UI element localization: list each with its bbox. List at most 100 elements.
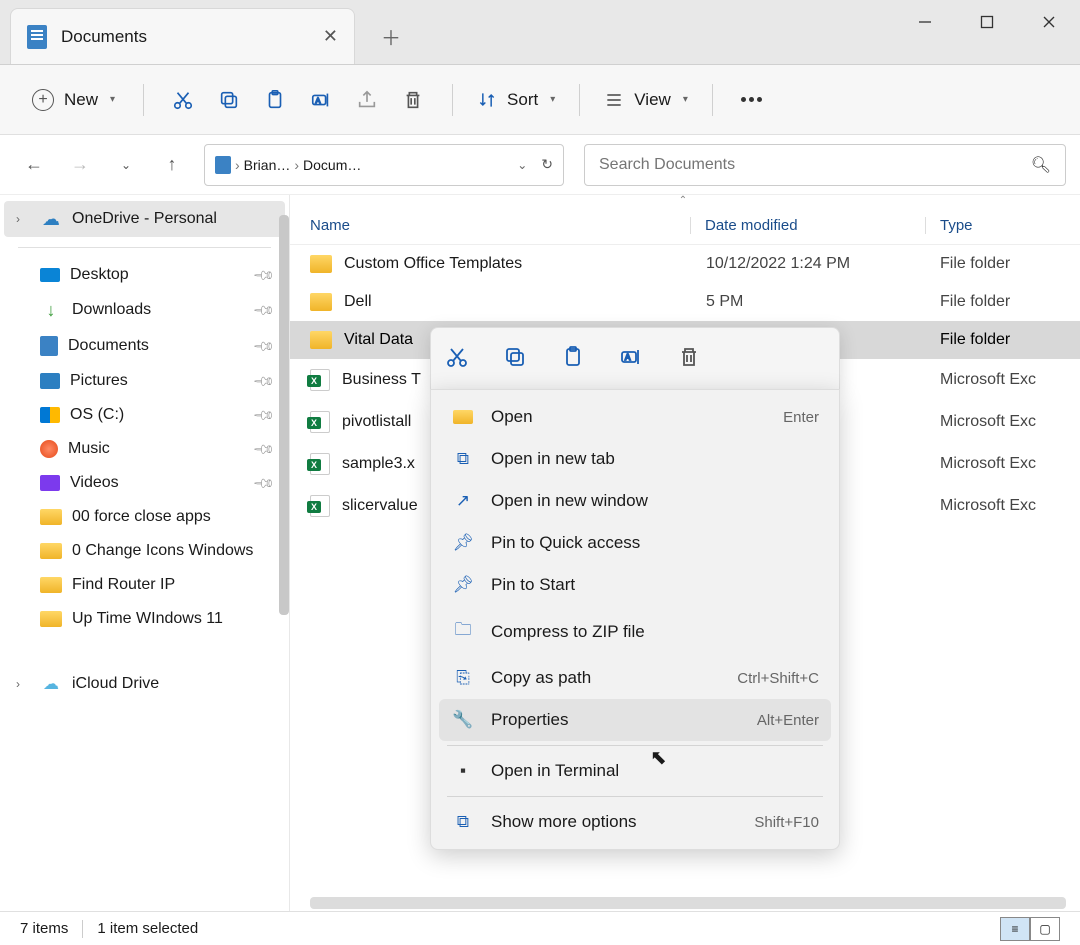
icloud-icon: ☁	[40, 674, 62, 694]
sidebar-item-downloads[interactable]: ↓Downloads📌︎	[4, 292, 285, 328]
address-chevron[interactable]: ⌄	[517, 158, 527, 172]
sidebar-item-folder[interactable]: 00 force close apps	[4, 500, 285, 534]
sidebar-item-os-c[interactable]: OS (C:)📌︎	[4, 398, 285, 432]
thumbnail-view-button[interactable]: ▢	[1030, 917, 1060, 941]
column-headers: Name Date modified Type	[290, 207, 1080, 245]
file-row[interactable]: Custom Office Templates10/12/2022 1:24 P…	[290, 245, 1080, 283]
music-icon	[40, 440, 58, 458]
column-name[interactable]: Name	[310, 217, 690, 234]
documents-icon	[40, 336, 58, 356]
search-icon[interactable]: 🔍︎	[1031, 155, 1051, 175]
sidebar-item-folder[interactable]: 0 Change Icons Windows	[4, 534, 285, 568]
sidebar-item-folder[interactable]: Up Time WIndows 11	[4, 602, 285, 636]
status-selected-count: 1 item selected	[97, 920, 198, 937]
properties-icon: 🔧	[451, 710, 475, 730]
context-menu: OpenEnter ⧉Open in new tab ↗Open in new …	[430, 389, 840, 850]
pin-icon: 📌︎	[252, 369, 277, 394]
copy-button[interactable]	[208, 79, 250, 121]
sidebar-item-onedrive[interactable]: › ☁ OneDrive - Personal	[4, 201, 285, 237]
sort-button[interactable]: Sort ▾	[471, 90, 561, 110]
ctx-label: Open	[491, 407, 533, 427]
pin-icon: 📌︎	[252, 334, 277, 359]
details-view-button[interactable]: ≡	[1000, 917, 1030, 941]
cut-button[interactable]	[162, 79, 204, 121]
paste-button[interactable]	[254, 79, 296, 121]
history-chevron[interactable]: ⌄	[106, 145, 146, 185]
forward-button[interactable]: →	[60, 145, 100, 185]
pin-icon: 📌︎	[451, 533, 475, 553]
maximize-button[interactable]	[956, 0, 1018, 44]
file-name: Custom Office Templates	[344, 255, 522, 273]
folder-icon	[40, 611, 62, 627]
column-date[interactable]: Date modified	[705, 217, 925, 234]
address-bar[interactable]: › Brian… › Docum… ⌄ ↻	[204, 144, 564, 186]
documents-icon	[27, 25, 47, 49]
sidebar-item-pictures[interactable]: Pictures📌︎	[4, 364, 285, 398]
file-name: Dell	[344, 293, 372, 311]
expand-icon[interactable]: ›	[16, 212, 30, 226]
chevron-down-icon: ▾	[110, 94, 115, 105]
file-date: 5 PM	[706, 293, 940, 311]
paste-button[interactable]	[561, 345, 585, 372]
rename-button[interactable]: A	[300, 79, 342, 121]
file-type: Microsoft Exc	[940, 413, 1060, 431]
view-button[interactable]: View ▾	[598, 90, 694, 110]
copy-button[interactable]	[503, 345, 527, 372]
breadcrumb-part[interactable]: Docum…	[303, 157, 361, 173]
expand-icon[interactable]: ›	[16, 677, 30, 691]
close-button[interactable]	[1018, 0, 1080, 44]
sidebar-item-documents[interactable]: Documents📌︎	[4, 328, 285, 364]
new-window-icon: ↗	[451, 491, 475, 511]
new-tab-icon: ⧉	[451, 449, 475, 469]
column-sort-indicator[interactable]: ⌃	[290, 195, 1080, 207]
horizontal-scrollbar[interactable]	[310, 897, 1066, 909]
delete-button[interactable]	[677, 345, 701, 372]
ctx-pin-quick-access[interactable]: 📌︎Pin to Quick access	[439, 522, 831, 564]
sidebar-item-videos[interactable]: Videos📌︎	[4, 466, 285, 500]
ctx-show-more[interactable]: ⧉Show more optionsShift+F10	[439, 801, 831, 843]
new-button[interactable]: + New ▾	[22, 83, 125, 117]
ctx-pin-start[interactable]: 📌︎Pin to Start	[439, 564, 831, 606]
rename-button[interactable]: A	[619, 345, 643, 372]
share-button[interactable]	[346, 79, 388, 121]
ctx-open[interactable]: OpenEnter	[439, 396, 831, 438]
breadcrumb-part[interactable]: Brian…	[244, 157, 291, 173]
navigation-row: ← → ⌄ ↑ › Brian… › Docum… ⌄ ↻ 🔍︎	[0, 135, 1080, 195]
sidebar-label: Find Router IP	[72, 576, 175, 594]
tab-documents[interactable]: Documents ✕	[10, 8, 355, 64]
sidebar-item-music[interactable]: Music📌︎	[4, 432, 285, 466]
close-tab-icon[interactable]: ✕	[323, 26, 338, 47]
search-box[interactable]: 🔍︎	[584, 144, 1066, 186]
terminal-icon: ▪	[451, 761, 475, 781]
file-type: Microsoft Exc	[940, 497, 1060, 515]
ctx-compress-zip[interactable]: 🗀Compress to ZIP file	[439, 606, 831, 657]
desktop-icon	[40, 268, 60, 282]
minimize-button[interactable]	[894, 0, 956, 44]
sidebar-item-icloud[interactable]: ›☁iCloud Drive	[4, 666, 285, 702]
ctx-open-new-tab[interactable]: ⧉Open in new tab	[439, 438, 831, 480]
svg-text:A: A	[625, 353, 631, 362]
status-bar: 7 items 1 item selected ≡ ▢	[0, 911, 1080, 945]
ctx-open-new-window[interactable]: ↗Open in new window	[439, 480, 831, 522]
file-name: pivotlistall	[342, 413, 411, 431]
file-row[interactable]: Dell5 PMFile folder	[290, 283, 1080, 321]
sidebar-item-folder[interactable]: Find Router IP	[4, 568, 285, 602]
pin-icon: 📌︎	[252, 471, 277, 496]
refresh-button[interactable]: ↻	[541, 156, 553, 173]
back-button[interactable]: ←	[14, 145, 54, 185]
cut-button[interactable]	[445, 345, 469, 372]
search-input[interactable]	[599, 156, 1031, 174]
file-type: Microsoft Exc	[940, 371, 1060, 389]
excel-icon	[310, 369, 330, 391]
ctx-copy-path[interactable]: ⎘Copy as pathCtrl+Shift+C	[439, 657, 831, 699]
new-tab-button[interactable]: ＋	[371, 16, 411, 56]
more-button[interactable]	[741, 97, 762, 102]
ctx-properties[interactable]: 🔧PropertiesAlt+Enter	[439, 699, 831, 741]
up-button[interactable]: ↑	[152, 145, 192, 185]
sidebar-item-desktop[interactable]: Desktop📌︎	[4, 258, 285, 292]
ctx-shortcut: Shift+F10	[754, 814, 819, 831]
column-type[interactable]: Type	[940, 217, 1060, 234]
delete-button[interactable]	[392, 79, 434, 121]
ctx-open-terminal[interactable]: ▪Open in Terminal	[439, 750, 831, 792]
sidebar-scrollbar[interactable]	[279, 215, 289, 615]
